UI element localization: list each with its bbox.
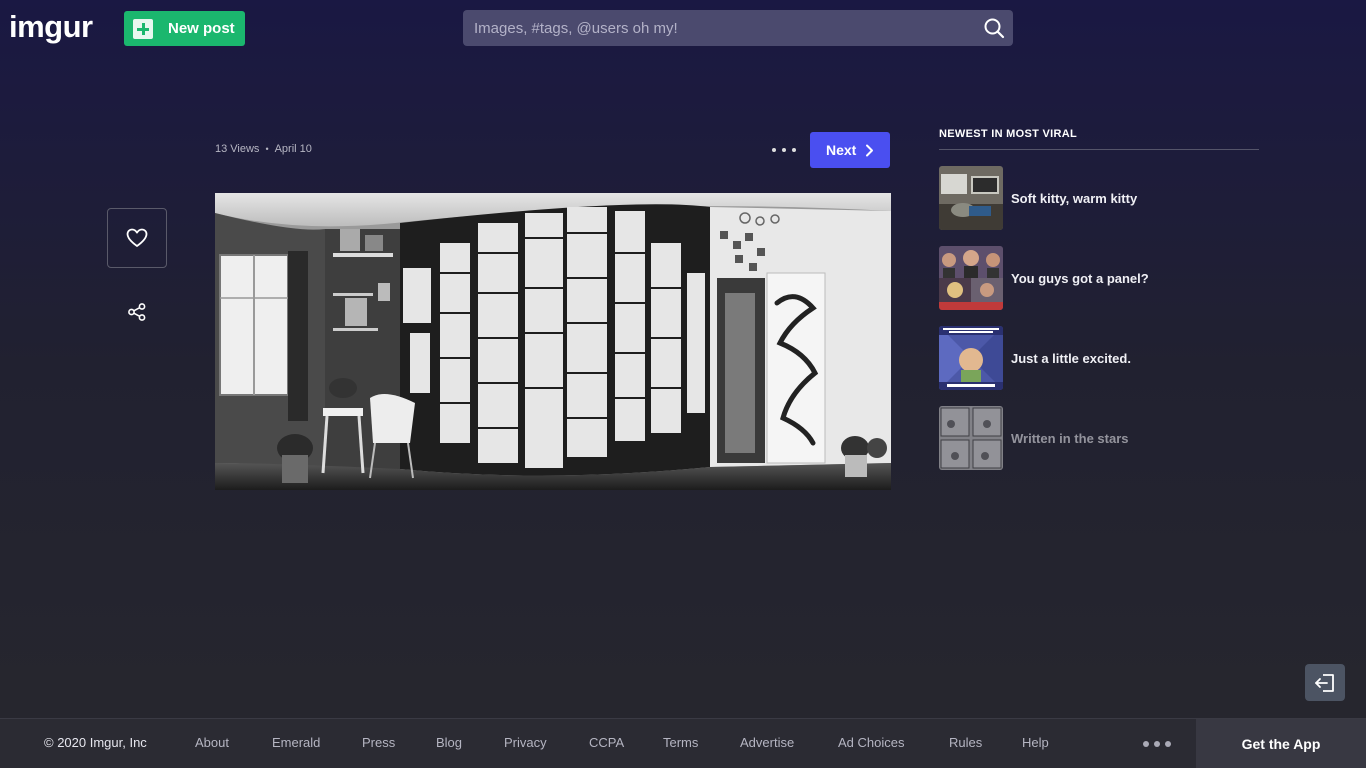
thumbnail-image xyxy=(939,246,1003,310)
chevron-right-icon xyxy=(866,144,874,156)
next-button[interactable]: Next xyxy=(810,132,890,168)
footer-link-help[interactable]: Help xyxy=(1022,735,1049,750)
share-icon[interactable] xyxy=(127,302,147,322)
sidebar-item-title: Soft kitty, warm kitty xyxy=(1011,190,1138,206)
search-icon[interactable] xyxy=(983,17,1005,39)
new-post-label: New post xyxy=(168,20,235,37)
plus-icon xyxy=(133,18,153,39)
new-post-button[interactable]: New post xyxy=(124,11,245,46)
footer-link-ad-choices[interactable]: Ad Choices xyxy=(838,735,904,750)
footer-link-advertise[interactable]: Advertise xyxy=(740,735,794,750)
post-meta: 13 Views • April 10 xyxy=(215,143,312,155)
sidebar-item-title: Written in the stars xyxy=(1011,430,1129,446)
sidebar-item-panel[interactable]: You guys got a panel? xyxy=(939,246,1259,310)
view-count: 13 Views xyxy=(215,143,260,155)
favorite-button[interactable] xyxy=(107,208,167,268)
sidebar-item-excited[interactable]: Just a little excited. xyxy=(939,326,1259,390)
post-date: April 10 xyxy=(274,143,312,155)
thumbnail-image xyxy=(939,406,1003,470)
thumbnail-image xyxy=(939,326,1003,390)
footer-link-press[interactable]: Press xyxy=(362,735,395,750)
meta-separator: • xyxy=(265,144,269,154)
next-label: Next xyxy=(826,142,857,158)
more-icon[interactable] xyxy=(772,142,796,158)
sidebar-title: NEWEST IN MOST VIRAL xyxy=(939,128,1259,150)
imgur-logo[interactable]: imgur xyxy=(9,10,93,44)
footer-more-icon[interactable] xyxy=(1143,741,1171,747)
sidebar-item-stars[interactable]: Written in the stars xyxy=(939,406,1259,470)
get-app-button[interactable]: Get the App xyxy=(1196,719,1366,768)
logo-text: imgur xyxy=(9,9,93,44)
post-image[interactable] xyxy=(215,193,891,490)
sidebar-item-title: Just a little excited. xyxy=(1011,350,1131,366)
thumbnail-image xyxy=(939,166,1003,230)
footer-link-terms[interactable]: Terms xyxy=(663,735,698,750)
footer-link-ccpa[interactable]: CCPA xyxy=(589,735,624,750)
copyright: © 2020 Imgur, Inc xyxy=(44,735,147,750)
footer-link-rules[interactable]: Rules xyxy=(949,735,982,750)
top-bar: imgur New post xyxy=(0,0,1366,56)
sign-in-button[interactable] xyxy=(1305,664,1345,701)
sidebar-item-title: You guys got a panel? xyxy=(1011,270,1149,286)
footer-link-privacy[interactable]: Privacy xyxy=(504,735,547,750)
sidebar-item-soft-kitty[interactable]: Soft kitty, warm kitty xyxy=(939,166,1259,230)
footer-link-blog[interactable]: Blog xyxy=(436,735,462,750)
footer-link-about[interactable]: About xyxy=(195,735,229,750)
footer: © 2020 Imgur, Inc About Emerald Press Bl… xyxy=(0,718,1366,768)
room-photo xyxy=(215,193,891,490)
heart-icon xyxy=(126,228,148,247)
footer-link-emerald[interactable]: Emerald xyxy=(272,735,320,750)
search-input[interactable] xyxy=(463,10,963,46)
search-bar xyxy=(463,10,1013,46)
sign-in-icon xyxy=(1315,673,1334,692)
